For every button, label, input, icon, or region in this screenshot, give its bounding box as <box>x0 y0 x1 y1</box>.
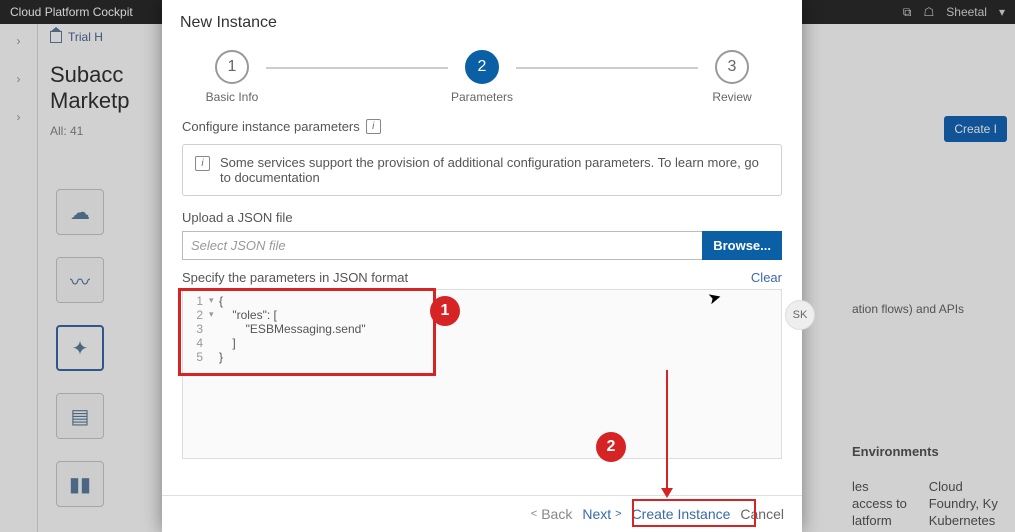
browse-button[interactable]: Browse... <box>702 231 782 260</box>
right-snippet-3: latform <box>852 513 911 530</box>
next-button[interactable]: Next > <box>582 506 621 522</box>
tile-database[interactable]: ▤ <box>56 393 104 439</box>
home-icon[interactable] <box>50 31 62 43</box>
ln-5: 5 <box>183 350 209 364</box>
code-4: ] <box>219 336 236 350</box>
user-initials-chip[interactable]: SK <box>785 300 815 330</box>
code-3: "ESBMessaging.send" <box>219 322 366 336</box>
dialog-title: New Instance <box>162 0 802 40</box>
step-3-circle: 3 <box>715 50 749 84</box>
ln-1: 1 <box>183 294 209 308</box>
step-1-label: Basic Info <box>206 90 259 104</box>
env-row-1a: Cloud Foundry, Ky <box>929 479 1007 513</box>
info-text: Some services support the provision of a… <box>220 155 769 185</box>
rail-chevron-3[interactable]: › <box>17 110 21 124</box>
topbar-user[interactable]: Sheetal <box>946 5 987 19</box>
ln-4: 4 <box>183 336 209 350</box>
new-instance-dialog: New Instance 1 Basic Info 2 Parameters 3… <box>162 0 802 532</box>
dialog-footer: < Back Next > Create Instance Cancel <box>162 495 802 532</box>
chevron-right-icon: > <box>615 508 621 520</box>
wizard-steps: 1 Basic Info 2 Parameters 3 Review <box>162 40 802 108</box>
breadcrumb-text: Trial H <box>68 30 103 44</box>
back-button[interactable]: < Back <box>531 506 573 522</box>
step-2-label: Parameters <box>451 90 513 104</box>
step-1-circle: 1 <box>215 50 249 84</box>
cancel-button[interactable]: Cancel <box>740 506 784 522</box>
step-basic-info[interactable]: 1 Basic Info <box>202 50 262 104</box>
code-1: { <box>219 294 223 308</box>
ln-3: 3 <box>183 322 209 336</box>
env-header: Environments <box>852 444 1007 461</box>
create-instance-button[interactable]: Create Instance <box>632 506 731 522</box>
info-icon[interactable]: i <box>366 119 381 134</box>
next-label: Next <box>582 506 611 522</box>
upload-label: Upload a JSON file <box>182 210 782 225</box>
topbar-icon-1[interactable]: ⧉ <box>903 5 912 20</box>
tile-column: ☁ 〰 ✦ ▤ ▮▮ <box>56 189 106 507</box>
step-connector-1 <box>266 67 448 69</box>
fold-icon-1[interactable]: ▾ <box>209 294 219 308</box>
code-2: "roles": [ <box>219 308 277 322</box>
ln-2: 2 <box>183 308 209 322</box>
tile-analytics[interactable]: 〰 <box>56 257 104 303</box>
topbar-icon-2[interactable]: ☖ <box>924 5 935 19</box>
step-3-label: Review <box>712 90 751 104</box>
json-editor[interactable]: 1▾{ 2▾ "roles": [ 3 "ESBMessaging.send" … <box>182 289 782 459</box>
chevron-down-icon[interactable]: ▾ <box>999 5 1005 19</box>
info-icon-banner: i <box>195 156 210 171</box>
code-5: } <box>219 350 223 364</box>
tile-integration[interactable]: ✦ <box>56 325 104 371</box>
step-review[interactable]: 3 Review <box>702 50 762 104</box>
tile-cloud[interactable]: ☁ <box>56 189 104 235</box>
right-column: ation flows) and APIs Environments les a… <box>852 104 1007 532</box>
specify-label: Specify the parameters in JSON format <box>182 270 408 285</box>
configure-label: Configure instance parameters <box>182 119 360 134</box>
info-banner: i Some services support the provision of… <box>182 144 782 196</box>
step-2-circle: 2 <box>465 50 499 84</box>
right-snippet-1: ation flows) and APIs <box>852 302 1007 316</box>
rail-chevron-2[interactable]: › <box>17 72 21 86</box>
back-label: Back <box>541 506 572 522</box>
env-row-1b: Kubernetes <box>929 513 1007 530</box>
json-file-input[interactable]: Select JSON file <box>182 231 702 260</box>
step-parameters[interactable]: 2 Parameters <box>452 50 512 104</box>
dialog-body: Configure instance parameters i i Some s… <box>162 108 802 495</box>
rail-chevron-1[interactable]: › <box>17 34 21 48</box>
chevron-left-icon: < <box>531 508 537 520</box>
step-connector-2 <box>516 67 698 69</box>
right-snippet-2: les access to <box>852 479 911 513</box>
app-title: Cloud Platform Cockpit <box>10 5 133 19</box>
clear-link[interactable]: Clear <box>751 270 782 285</box>
left-rail: › › › <box>0 24 38 532</box>
tile-bars[interactable]: ▮▮ <box>56 461 104 507</box>
fold-icon-2[interactable]: ▾ <box>209 308 219 322</box>
